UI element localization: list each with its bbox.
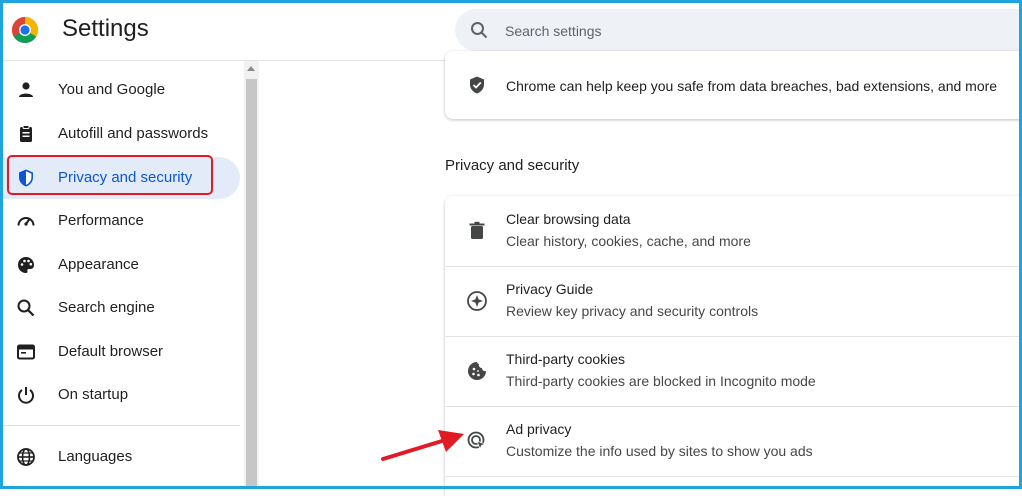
row-subtitle: Review key privacy and security controls	[506, 303, 759, 319]
row-subtitle: Customize the info used by sites to show…	[506, 443, 813, 459]
row-ad-privacy[interactable]: Ad privacy Customize the info used by si…	[445, 406, 1022, 477]
section-title: Privacy and security	[445, 157, 580, 174]
sidebar-item-on-startup[interactable]: On startup	[0, 374, 240, 416]
sidebar-item-autofill[interactable]: Autofill and passwords	[0, 113, 240, 155]
sidebar-item-label: Languages	[58, 448, 133, 465]
sidebar-item-appearance[interactable]: Appearance	[0, 244, 240, 286]
safety-check-text: Chrome can help keep you safe from data …	[506, 78, 998, 94]
sidebar-item-performance[interactable]: Performance	[0, 200, 240, 242]
row-privacy-guide[interactable]: Privacy Guide Review key privacy and sec…	[445, 266, 1022, 337]
compass-icon	[467, 291, 487, 311]
row-third-party-cookies[interactable]: Third-party cookies Third-party cookies …	[445, 336, 1022, 407]
search-bar[interactable]	[455, 9, 1020, 53]
safety-check-card[interactable]: Chrome can help keep you safe from data …	[445, 51, 1022, 119]
sidebar-scrollbar[interactable]	[244, 61, 259, 489]
sidebar-item-languages[interactable]: Languages	[0, 436, 240, 478]
row-subtitle: Third-party cookies are blocked in Incog…	[506, 373, 816, 389]
sidebar-item-label: You and Google	[58, 81, 166, 98]
sidebar-item-label: Default browser	[58, 343, 164, 360]
row-title: Privacy Guide	[506, 281, 594, 297]
row-clear-browsing-data[interactable]: Clear browsing data Clear history, cooki…	[445, 196, 1022, 267]
sidebar-item-default-browser[interactable]: Default browser	[0, 331, 240, 373]
sidebar-item-search-engine[interactable]: Search engine	[0, 287, 240, 329]
sidebar-item-label: On startup	[58, 386, 129, 403]
annotation-highlight-box	[7, 155, 213, 195]
search-icon	[17, 299, 35, 317]
clipboard-icon	[20, 125, 32, 142]
power-icon	[18, 387, 34, 404]
sidebar-item-label: Performance	[58, 212, 144, 229]
globe-icon	[17, 448, 35, 466]
scroll-up-arrow-icon[interactable]	[247, 66, 255, 71]
shield-check-icon	[470, 76, 484, 94]
cookie-icon	[468, 362, 486, 380]
browser-window-icon	[17, 344, 35, 360]
search-input[interactable]	[503, 9, 987, 53]
speedometer-icon	[17, 217, 35, 226]
scrollbar-thumb[interactable]	[246, 79, 257, 489]
search-icon	[471, 22, 488, 39]
chrome-logo-icon	[11, 17, 39, 44]
main-content: Chrome can help keep you safe from data …	[259, 51, 1022, 496]
sidebar-item-you-and-google[interactable]: You and Google	[0, 69, 240, 111]
privacy-settings-card: Clear browsing data Clear history, cooki…	[445, 196, 1022, 496]
annotation-arrow-icon	[381, 430, 464, 461]
row-subtitle: Clear history, cookies, cache, and more	[506, 233, 751, 249]
sidebar-divider	[0, 425, 240, 426]
person-icon	[19, 82, 33, 97]
sidebar: You and Google Autofill and passwords Pr…	[0, 61, 244, 489]
row-title: Third-party cookies	[506, 351, 626, 367]
palette-icon	[18, 257, 34, 273]
row-title: Clear browsing data	[506, 211, 631, 227]
trash-icon	[469, 221, 485, 239]
sidebar-item-label: Autofill and passwords	[58, 125, 209, 142]
sidebar-item-label: Search engine	[58, 299, 155, 316]
page-title: Settings	[62, 15, 149, 42]
row-title: Ad privacy	[506, 421, 572, 437]
sidebar-item-label: Appearance	[58, 256, 139, 273]
